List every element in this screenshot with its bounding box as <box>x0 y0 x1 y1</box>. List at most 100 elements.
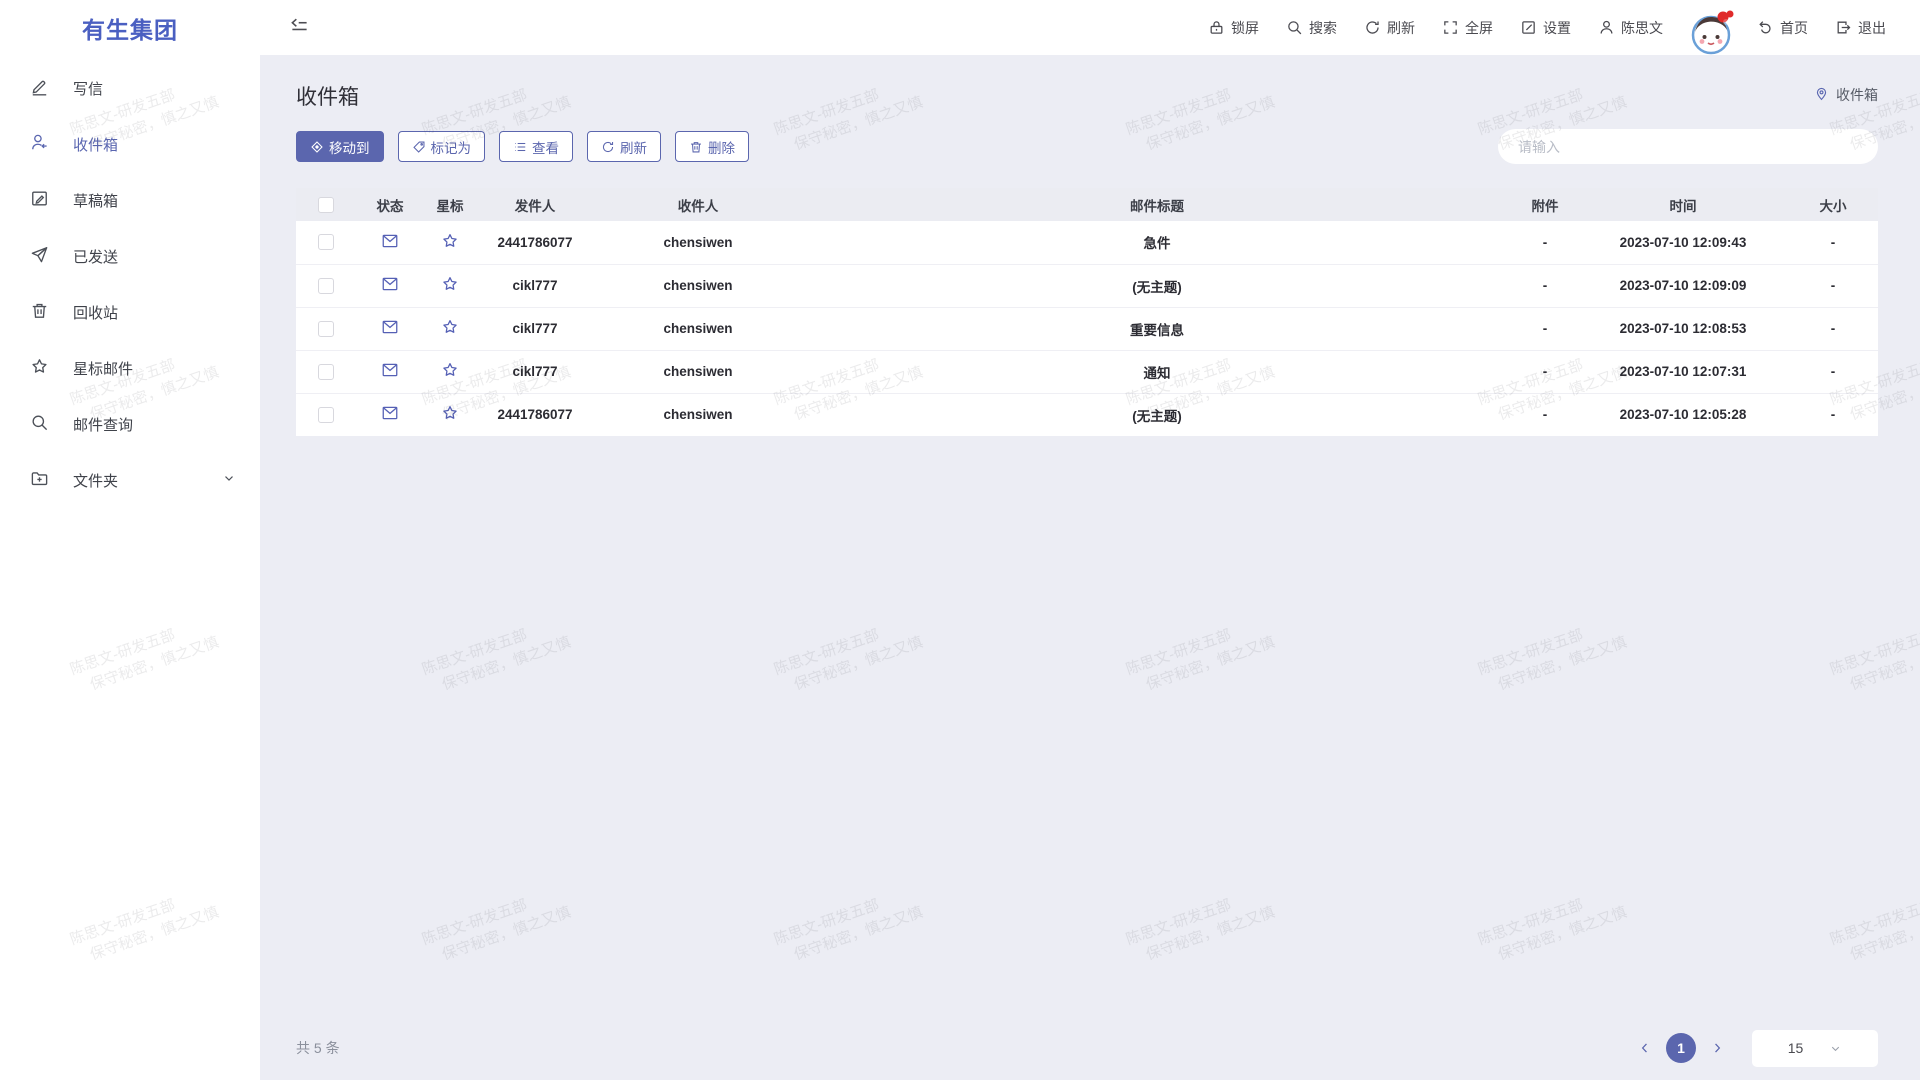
home-label: 首页 <box>1780 18 1808 38</box>
sidebar-item-sent[interactable]: 已发送 <box>0 228 260 284</box>
folder-plus-icon <box>30 469 49 492</box>
logout-button[interactable]: 退出 <box>1835 18 1886 38</box>
sidebar-item-label: 星标邮件 <box>73 358 236 379</box>
mark-as-button[interactable]: 标记为 <box>398 131 486 162</box>
page-head: 收件箱 收件箱 <box>296 81 1878 111</box>
table-row[interactable]: cikl777 chensiwen (无主题) - 2023-07-10 12:… <box>296 264 1878 307</box>
unread-envelope-icon <box>381 404 399 425</box>
size-cell: - <box>1788 221 1878 264</box>
table-row[interactable]: 2441786077 chensiwen 急件 - 2023-07-10 12:… <box>296 221 1878 264</box>
column-header-recipient: 收件人 <box>594 188 802 221</box>
edit-square-icon <box>1520 19 1537 36</box>
trash-icon <box>689 140 703 154</box>
sidebar-item-label: 邮件查询 <box>73 414 236 435</box>
prev-page-button[interactable] <box>1634 1037 1656 1059</box>
row-checkbox[interactable] <box>318 407 334 423</box>
star-toggle-icon[interactable] <box>441 232 459 253</box>
size-cell: - <box>1788 307 1878 350</box>
topbar: 有生集团 锁屏 搜索 刷新 全屏 <box>0 0 1920 55</box>
size-cell: - <box>1788 350 1878 393</box>
pagination: 1 15 <box>1634 1030 1878 1067</box>
delete-button[interactable]: 删除 <box>675 131 749 162</box>
page-title: 收件箱 <box>296 81 359 111</box>
star-toggle-icon[interactable] <box>441 275 459 296</box>
size-cell: - <box>1788 264 1878 307</box>
breadcrumb[interactable]: 收件箱 <box>1814 85 1878 105</box>
column-header-status: 状态 <box>356 188 424 221</box>
settings-button[interactable]: 设置 <box>1520 18 1571 38</box>
search-icon <box>30 413 49 436</box>
user-menu[interactable]: 陈思文 <box>1598 18 1663 38</box>
refresh-list-label: 刷新 <box>620 137 647 157</box>
person-inbox-icon <box>30 133 49 156</box>
settings-label: 设置 <box>1543 18 1571 38</box>
refresh-button[interactable]: 刷新 <box>1364 18 1415 38</box>
search-button[interactable]: 搜索 <box>1286 18 1337 38</box>
view-label: 查看 <box>532 137 559 157</box>
row-checkbox[interactable] <box>318 321 334 337</box>
sidebar-collapse-button[interactable] <box>290 16 309 40</box>
refresh-icon <box>1364 19 1381 36</box>
attachment-cell: - <box>1512 221 1578 264</box>
star-icon <box>30 357 49 380</box>
move-to-button[interactable]: 移动到 <box>296 131 384 162</box>
trash-icon <box>30 301 49 324</box>
subject-cell: (无主题) <box>802 393 1512 436</box>
row-checkbox[interactable] <box>318 234 334 250</box>
sidebar-item-label: 收件箱 <box>73 134 236 155</box>
move-to-label: 移动到 <box>329 137 370 157</box>
star-toggle-icon[interactable] <box>441 404 459 425</box>
time-cell: 2023-07-10 12:07:31 <box>1578 350 1788 393</box>
lock-screen-button[interactable]: 锁屏 <box>1208 18 1259 38</box>
refresh-label: 刷新 <box>1387 18 1415 38</box>
attachment-cell: - <box>1512 350 1578 393</box>
logout-label: 退出 <box>1858 18 1886 38</box>
star-toggle-icon[interactable] <box>441 318 459 339</box>
select-all-checkbox[interactable] <box>318 197 334 213</box>
sidebar-item-compose[interactable]: 写信 <box>0 60 260 116</box>
table-row[interactable]: 2441786077 chensiwen (无主题) - 2023-07-10 … <box>296 393 1878 436</box>
sidebar-item-folders[interactable]: 文件夹 <box>0 452 260 508</box>
brand-logo: 有生集团 <box>0 11 260 45</box>
time-cell: 2023-07-10 12:08:53 <box>1578 307 1788 350</box>
time-cell: 2023-07-10 12:09:09 <box>1578 264 1788 307</box>
sender-cell: 2441786077 <box>476 393 594 436</box>
draft-edit-icon <box>30 189 49 212</box>
unread-envelope-icon <box>381 232 399 253</box>
subject-cell: 重要信息 <box>802 307 1512 350</box>
fullscreen-button[interactable]: 全屏 <box>1442 18 1493 38</box>
subject-cell: 急件 <box>802 221 1512 264</box>
page-size-select[interactable]: 15 <box>1752 1030 1878 1067</box>
row-checkbox[interactable] <box>318 364 334 380</box>
sidebar-item-trash[interactable]: 回收站 <box>0 284 260 340</box>
sidebar-item-mail-search[interactable]: 邮件查询 <box>0 396 260 452</box>
undo-arrow-icon <box>1757 19 1774 36</box>
recipient-cell: chensiwen <box>594 393 802 436</box>
table-row[interactable]: cikl777 chensiwen 通知 - 2023-07-10 12:07:… <box>296 350 1878 393</box>
sidebar-item-label: 已发送 <box>73 246 236 267</box>
sender-cell: cikl777 <box>476 350 594 393</box>
mail-table: 状态 星标 发件人 收件人 邮件标题 附件 时间 大小 2441786077 c… <box>296 188 1878 436</box>
home-button[interactable]: 首页 <box>1757 18 1808 38</box>
star-toggle-icon[interactable] <box>441 361 459 382</box>
tag-icon <box>412 140 426 154</box>
mail-table-body: 2441786077 chensiwen 急件 - 2023-07-10 12:… <box>296 221 1878 436</box>
app-root: 有生集团 锁屏 搜索 刷新 全屏 <box>0 0 1920 1080</box>
page-number[interactable]: 1 <box>1666 1033 1696 1063</box>
column-header-time: 时间 <box>1578 188 1788 221</box>
row-checkbox[interactable] <box>318 278 334 294</box>
filter-input[interactable] <box>1498 129 1878 164</box>
view-button[interactable]: 查看 <box>499 131 573 162</box>
attachment-cell: - <box>1512 264 1578 307</box>
refresh-list-button[interactable]: 刷新 <box>587 131 661 162</box>
next-page-button[interactable] <box>1706 1037 1728 1059</box>
footer: 共 5 条 1 15 <box>296 1026 1878 1070</box>
column-header-star: 星标 <box>424 188 476 221</box>
sidebar-item-inbox[interactable]: 收件箱 <box>0 116 260 172</box>
avatar[interactable] <box>1690 8 1730 48</box>
sidebar-item-starred[interactable]: 星标邮件 <box>0 340 260 396</box>
table-row[interactable]: cikl777 chensiwen 重要信息 - 2023-07-10 12:0… <box>296 307 1878 350</box>
sidebar-item-drafts[interactable]: 草稿箱 <box>0 172 260 228</box>
sidebar-item-label: 草稿箱 <box>73 190 236 211</box>
logout-icon <box>1835 19 1852 36</box>
